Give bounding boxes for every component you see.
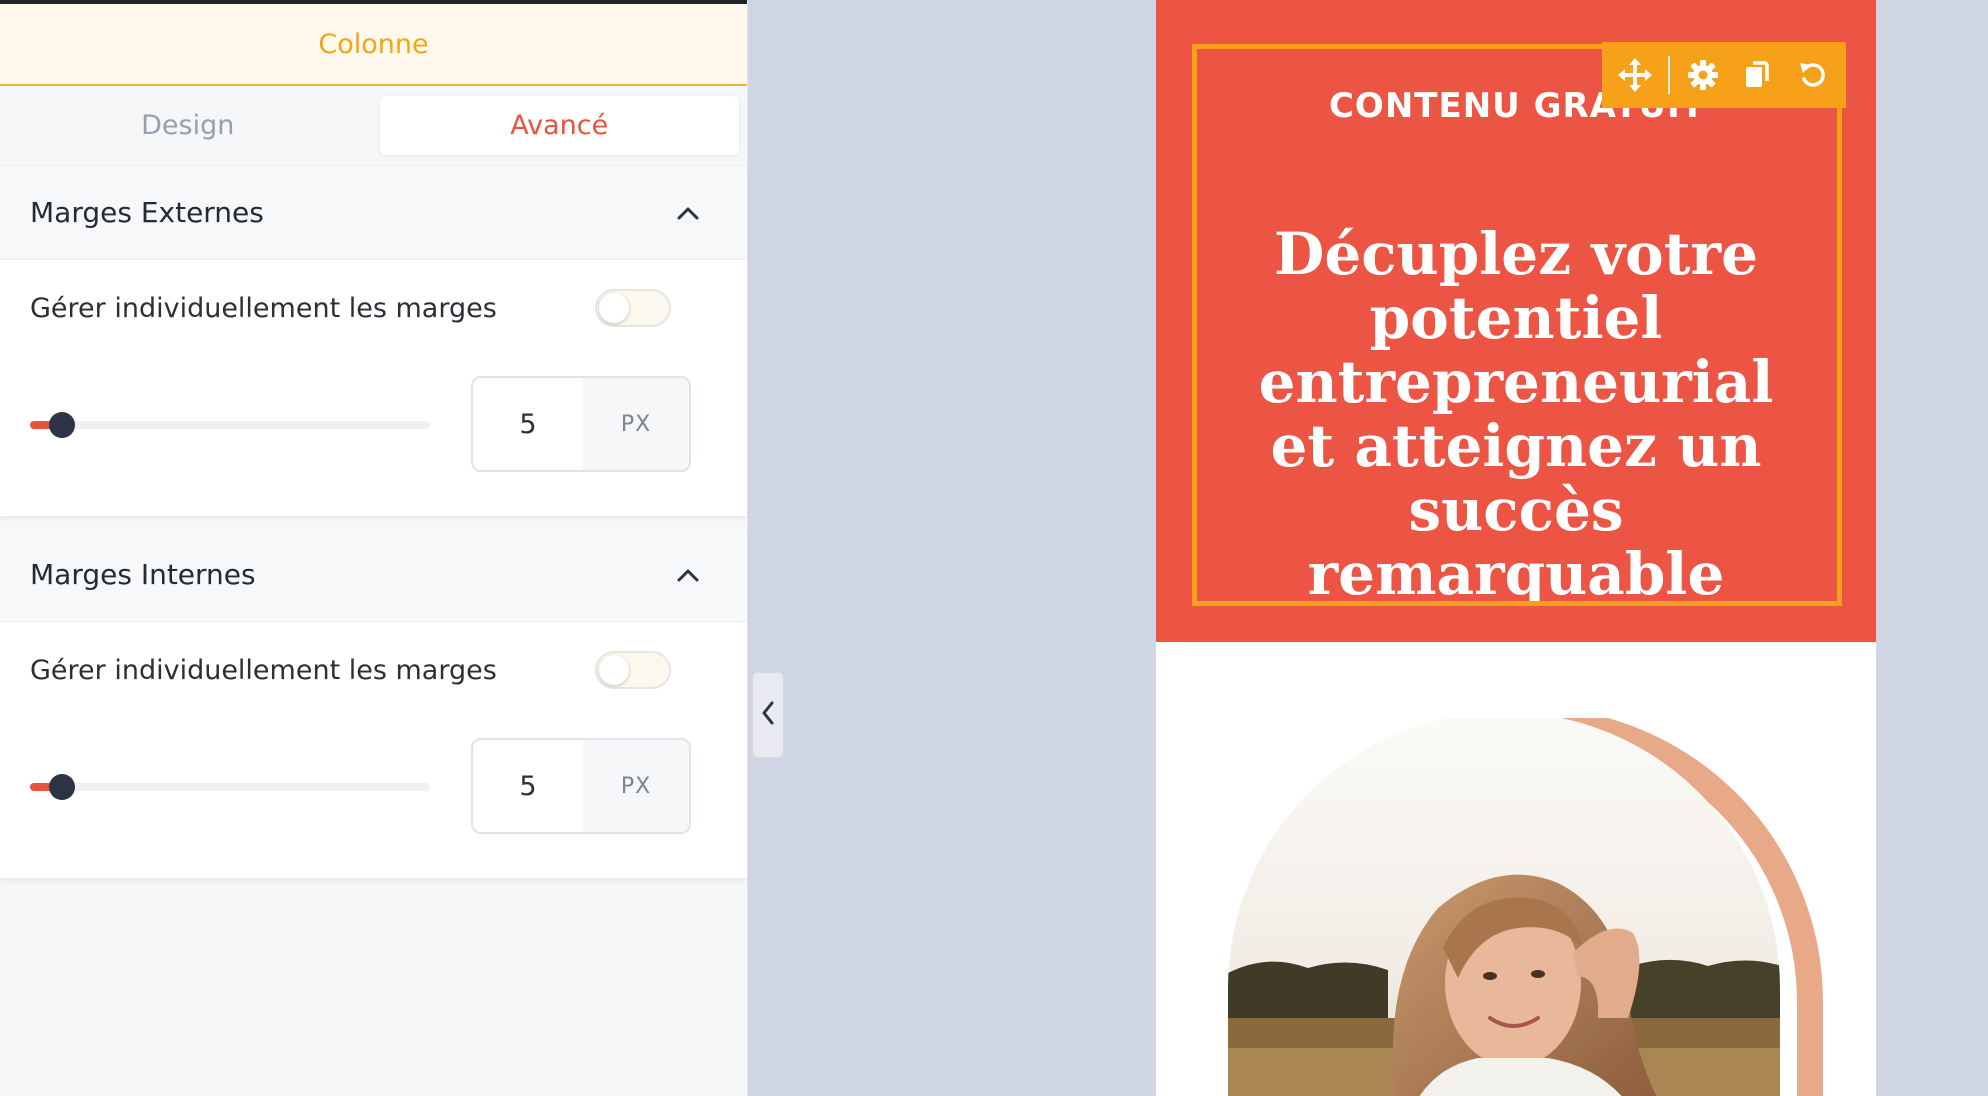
section-marges-internes: Marges Internes Gérer individuellement l… [0,528,747,878]
page-preview: CONTENU GRATUIT Décuplez votre potentiel… [1156,0,1876,1096]
margin-value-input[interactable] [473,378,583,470]
individual-margins-toggle[interactable] [595,289,671,327]
padding-slider[interactable] [30,771,430,801]
hero-section[interactable]: CONTENU GRATUIT Décuplez votre potentiel… [1156,0,1876,642]
padding-value-box: PX [471,738,691,834]
duplicate-icon[interactable] [1736,53,1780,97]
toggle-knob [599,655,629,685]
toggle-label: Gérer individuellement les marges [30,292,497,324]
panel-tabs: Design Avancé [0,86,747,166]
tab-design[interactable]: Design [8,96,368,155]
column-toolbar [1602,42,1846,108]
slider-row: PX [30,738,717,834]
slider-track [30,421,430,429]
move-icon[interactable] [1613,53,1657,97]
slider-row: PX [30,376,717,472]
slider-handle[interactable] [49,412,75,438]
panel-header: Colonne [0,4,747,86]
collapse-panel-button[interactable] [752,672,784,758]
reset-icon[interactable] [1791,53,1835,97]
unit-selector[interactable]: PX [583,378,689,470]
section-body: Gérer individuellement les marges PX [0,622,747,878]
slider-track [30,783,430,791]
section-title: Marges Internes [30,558,256,591]
settings-panel: Colonne Design Avancé Marges Externes Gé… [0,0,748,1096]
slider-handle[interactable] [49,774,75,800]
chevron-left-icon [760,700,776,730]
selected-column-outline[interactable] [1192,44,1842,606]
section-marges-externes: Marges Externes Gérer individuellement l… [0,166,747,516]
tab-avance[interactable]: Avancé [379,96,739,155]
section-title: Marges Externes [30,196,264,229]
chevron-up-icon[interactable] [673,560,703,590]
toggle-knob [599,293,629,323]
margin-slider[interactable] [30,409,430,439]
unit-selector[interactable]: PX [583,740,689,832]
toggle-row: Gérer individuellement les marges [30,282,717,334]
chevron-up-icon[interactable] [673,198,703,228]
section-header-marges-externes[interactable]: Marges Externes [0,166,747,260]
portrait-image[interactable] [1228,707,1848,1096]
margin-value-box: PX [471,376,691,472]
toggle-label: Gérer individuellement les marges [30,654,497,686]
toolbar-separator [1668,56,1671,94]
individual-padding-toggle[interactable] [595,651,671,689]
panel-title: Colonne [318,28,429,60]
section-body: Gérer individuellement les marges PX [0,260,747,516]
section-header-marges-internes[interactable]: Marges Internes [0,528,747,622]
toggle-row: Gérer individuellement les marges [30,644,717,696]
padding-value-input[interactable] [473,740,583,832]
gear-icon[interactable] [1681,53,1725,97]
